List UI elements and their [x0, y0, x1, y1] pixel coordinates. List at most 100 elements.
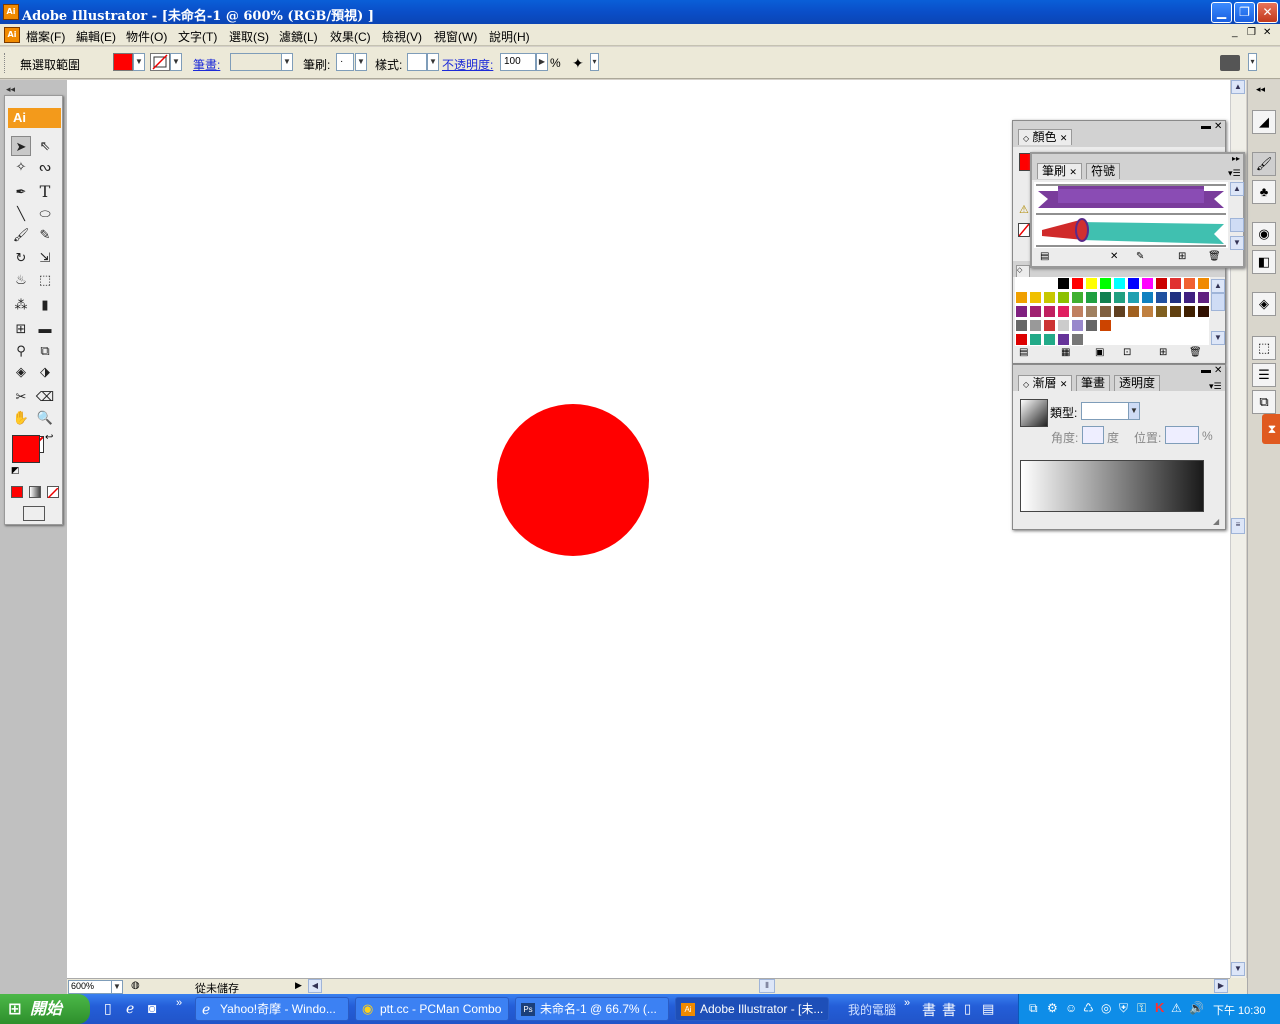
scroll-left-button[interactable]: ◀ — [308, 979, 322, 993]
swatch-libraries-icon[interactable]: ▤ — [1019, 347, 1028, 358]
version-cue-icon[interactable]: ◍ — [131, 980, 140, 991]
swatch[interactable] — [1127, 305, 1140, 318]
show-swatch-kinds-icon[interactable]: ▦ — [1061, 347, 1070, 358]
color-mode-icon[interactable] — [11, 486, 23, 498]
swatch[interactable] — [1029, 333, 1042, 346]
stroke-panel-tab[interactable]: ⧗ — [1262, 414, 1280, 444]
zoom-tool-icon[interactable]: 🔍 — [35, 408, 55, 428]
swatches-scroll-down[interactable]: ▼ — [1211, 331, 1225, 345]
swatch[interactable] — [1085, 291, 1098, 304]
illustrator-app-icon[interactable]: Ai — [3, 4, 19, 20]
brushes-scroll-up[interactable]: ▲ — [1230, 182, 1244, 196]
graphic-styles-panel-icon[interactable]: ◧ — [1252, 250, 1276, 274]
mesh-tool-icon[interactable]: ⊞ — [11, 319, 31, 339]
control-menu-dropdown[interactable]: ▾ — [1248, 53, 1257, 71]
recolor-dropdown[interactable]: ▾ — [590, 53, 599, 71]
brushes-panel-expand-icon[interactable]: ▸▸ — [1232, 154, 1240, 163]
my-computer-toolbar[interactable]: 我的電腦 — [848, 1001, 896, 1018]
hscroll-thumb[interactable]: ⦀ — [759, 979, 775, 993]
gradient-tool-icon[interactable]: ▬ — [35, 319, 55, 339]
ie-quicklaunch-icon[interactable]: ℯ — [126, 1000, 134, 1017]
tray-icon-2[interactable]: ⚙ — [1047, 1001, 1058, 1015]
swatch[interactable] — [1015, 305, 1028, 318]
swatch[interactable] — [1071, 305, 1084, 318]
tray-icon-6[interactable]: ⛨ — [1119, 1001, 1128, 1016]
fill-color-box[interactable] — [12, 435, 40, 463]
doc-close-button[interactable]: ✕ — [1263, 27, 1271, 38]
swatch[interactable] — [1169, 277, 1182, 290]
swatch[interactable] — [1071, 319, 1084, 332]
collapse-toolbox-icon[interactable]: ◂◂ — [6, 84, 15, 95]
tab-symbols[interactable]: 符號 — [1086, 163, 1121, 179]
gradient-type-select[interactable] — [1081, 402, 1129, 420]
gradient-panel-menu-icon[interactable]: ▾☰ — [1209, 381, 1222, 392]
swatch[interactable] — [1085, 319, 1098, 332]
brush-list[interactable] — [1034, 182, 1228, 248]
swatch[interactable] — [1141, 277, 1154, 290]
expand-dock-icon[interactable]: ◂◂ — [1256, 84, 1265, 95]
panel-minimize-icon[interactable]: ▬ — [1201, 121, 1211, 132]
appearance-panel-icon[interactable]: ◉ — [1252, 222, 1276, 246]
swatch[interactable] — [1043, 333, 1056, 346]
swatch[interactable] — [1057, 319, 1070, 332]
ime-mode-icon[interactable]: 書 — [942, 1000, 956, 1020]
eyedropper-tool-icon[interactable]: ⚲ — [11, 341, 31, 361]
tab-collapse-icon[interactable]: ◇ — [1023, 134, 1029, 143]
tab-gradient-collapse-icon[interactable]: ◇ — [1023, 380, 1029, 389]
tab-brushes[interactable]: 筆刷 ✕ — [1037, 163, 1082, 179]
swatch[interactable] — [1155, 305, 1168, 318]
layers-panel-icon[interactable]: ◈ — [1252, 292, 1276, 316]
lasso-tool-icon[interactable]: ᔓ — [35, 157, 55, 177]
align-panel-icon[interactable]: ☰ — [1252, 363, 1276, 387]
pencil-tool-icon[interactable]: ✎ — [35, 225, 55, 245]
selection-tool-icon[interactable]: ➤ — [11, 136, 31, 156]
paintbrush-tool-icon[interactable]: 🖌 — [11, 225, 31, 245]
swatch[interactable] — [1043, 305, 1056, 318]
zoom-field[interactable]: 600% — [68, 980, 112, 994]
default-colors-icon[interactable]: ◩ — [11, 465, 20, 476]
toolbar-more-icon[interactable]: » — [904, 997, 910, 1009]
tray-icon-7[interactable]: ⚿ — [1137, 1001, 1146, 1016]
swatch[interactable] — [1113, 291, 1126, 304]
taskbar-item-yahoo[interactable]: ℯ Yahoo!奇摩 - Windo... — [195, 997, 349, 1021]
tab-close-icon[interactable]: ✕ — [1060, 133, 1068, 143]
quicklaunch-icon[interactable]: ◙ — [148, 1000, 156, 1016]
clock[interactable]: 下午 10:30 — [1213, 1002, 1266, 1018]
remove-brush-stroke-icon[interactable]: ✕ — [1110, 251, 1118, 262]
swatch[interactable] — [1141, 291, 1154, 304]
location-field[interactable] — [1165, 426, 1199, 444]
out-of-gamut-warning-icon[interactable]: ⚠ — [1019, 203, 1029, 216]
swatch[interactable] — [1071, 333, 1084, 346]
swatch[interactable] — [1099, 291, 1112, 304]
none-mode-icon[interactable] — [47, 486, 59, 499]
swatch[interactable] — [1099, 319, 1112, 332]
free-transform-tool-icon[interactable]: ⬚ — [35, 270, 55, 290]
show-desktop-icon[interactable]: ▯ — [104, 1000, 112, 1017]
panel-resize-grip[interactable]: ◢ — [1213, 517, 1219, 526]
brushes-panel-menu-icon[interactable]: ▾☰ — [1228, 168, 1241, 179]
scale-tool-icon[interactable]: ⇲ — [35, 248, 55, 268]
tab-brushes-close-icon[interactable]: ✕ — [1069, 167, 1077, 177]
live-paint-tool-icon[interactable]: ◈ — [11, 362, 31, 382]
brushes-scroll-thumb[interactable] — [1230, 218, 1244, 232]
new-brush-icon[interactable]: ⊞ — [1178, 251, 1186, 262]
gradient-preview-swatch[interactable] — [1020, 399, 1048, 427]
tab-stroke[interactable]: 筆畫 — [1076, 375, 1111, 391]
line-tool-icon[interactable]: ╲ — [11, 204, 31, 224]
angle-field[interactable] — [1082, 426, 1104, 444]
swatch[interactable] — [1015, 277, 1028, 290]
tab-transparency[interactable]: 透明度 — [1114, 375, 1161, 391]
stroke-weight-label[interactable]: 筆畫: — [193, 56, 220, 73]
brush-libraries-icon[interactable]: ▤ — [1040, 251, 1049, 262]
stroke-swatch[interactable] — [150, 53, 170, 71]
delete-brush-icon[interactable]: 🗑 — [1208, 251, 1221, 262]
swatch[interactable] — [1183, 277, 1196, 290]
gradient-ramp[interactable] — [1020, 460, 1204, 512]
rotate-tool-icon[interactable]: ↻ — [11, 248, 31, 268]
swatch[interactable] — [1057, 333, 1070, 346]
swatch[interactable] — [1043, 319, 1056, 332]
ime-width-icon[interactable]: ▯ — [964, 1001, 971, 1017]
scroll-right-button[interactable]: ▶ — [1214, 979, 1228, 993]
ime-icon[interactable]: 書 — [922, 1000, 936, 1020]
ellipse-tool-icon[interactable]: ⬭ — [35, 204, 55, 224]
